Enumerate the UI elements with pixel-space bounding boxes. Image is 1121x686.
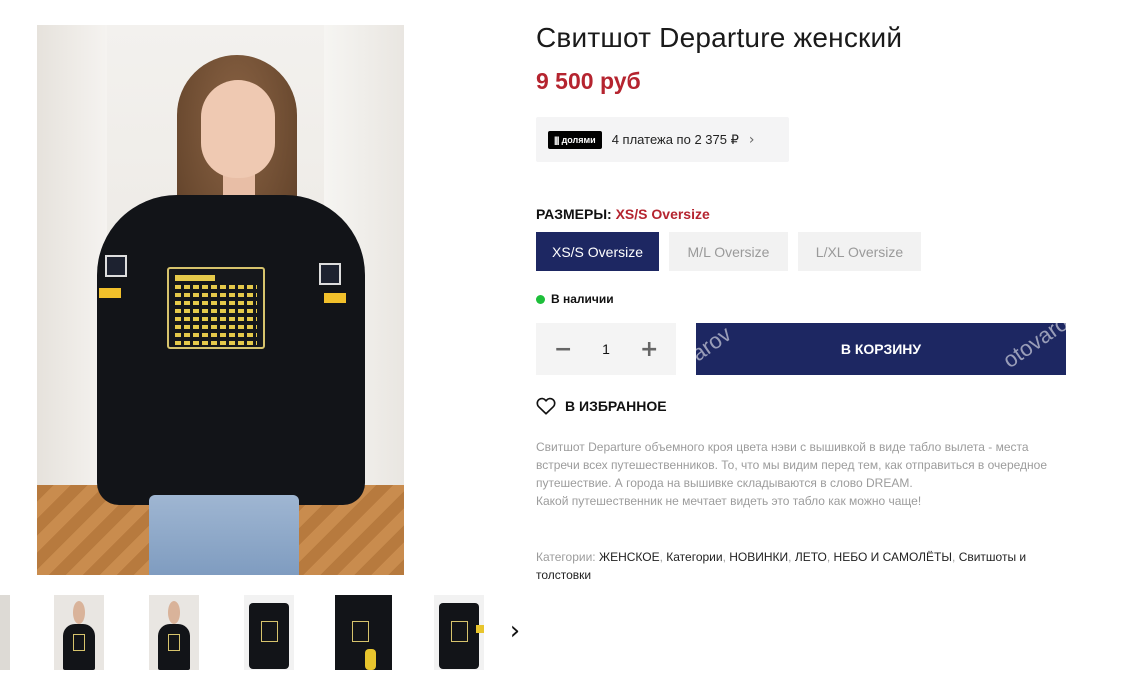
product-main-image[interactable]: [37, 25, 404, 575]
dolyami-logo: ||| долями: [548, 130, 602, 149]
add-to-favorites-button[interactable]: В ИЗБРАННОЕ: [536, 397, 667, 415]
watermark-text: otovaro: [997, 323, 1066, 373]
description-paragraph: Какой путешественник не мечтает видеть э…: [536, 494, 922, 508]
category-link[interactable]: ЛЕТО: [795, 550, 827, 564]
embroidery-board: [167, 267, 265, 349]
add-to-cart-label: В КОРЗИНУ: [840, 341, 922, 357]
chevron-right-icon: ›: [748, 131, 755, 148]
sleeve-patch: [319, 263, 341, 285]
sizes-label: РАЗМЕРЫ: XS/S Oversize: [536, 206, 710, 222]
add-to-favorites-label: В ИЗБРАННОЕ: [565, 398, 667, 414]
sweatshirt: [97, 195, 365, 505]
thumbnail[interactable]: [434, 595, 484, 670]
sizes-selected-value: XS/S Oversize: [615, 206, 710, 222]
stock-status: В наличии: [536, 292, 614, 306]
thumbnail-partial[interactable]: [0, 595, 10, 670]
sleeve-patch: [105, 255, 127, 277]
size-option-l-xl[interactable]: L/XL Oversize: [798, 232, 921, 271]
category-link[interactable]: ЖЕНСКОЕ: [599, 550, 660, 564]
thumbnail-gallery: ›: [0, 595, 530, 670]
installments-text: 4 платежа по 2 375 ₽: [611, 131, 739, 147]
chevron-right-icon[interactable]: ›: [503, 613, 527, 649]
category-link[interactable]: НОВИНКИ: [729, 550, 788, 564]
heart-icon: [536, 397, 556, 415]
thumbnail[interactable]: [244, 595, 294, 670]
description-paragraph: Свитшот Departure объемного кроя цвета н…: [536, 440, 1048, 490]
watermark-text: arov: [696, 323, 736, 367]
product-description: Свитшот Departure объемного кроя цвета н…: [536, 438, 1066, 510]
thumbnail[interactable]: [149, 595, 199, 670]
sleeve-tag: [99, 288, 121, 298]
size-option-m-l[interactable]: M/L Oversize: [669, 232, 788, 271]
model-jeans: [149, 495, 299, 575]
sizes-label-text: РАЗМЕРЫ:: [536, 206, 612, 222]
add-to-cart-button[interactable]: arov В КОРЗИНУ otovaro: [696, 323, 1066, 375]
category-link[interactable]: НЕБО И САМОЛЁТЫ: [834, 550, 952, 564]
dolyami-logo-text: долями: [561, 134, 596, 145]
product-title: Свитшот Departure женский: [536, 22, 903, 53]
product-price: 9 500 руб: [536, 68, 641, 94]
decrement-button[interactable]: −: [554, 337, 572, 362]
category-link[interactable]: Категории: [666, 550, 722, 564]
thumbnail[interactable]: [54, 595, 104, 670]
status-dot-icon: [536, 294, 545, 304]
product-categories: Категории: ЖЕНСКОЕ, Категории, НОВИНКИ, …: [536, 550, 1027, 582]
quantity-stepper: − 1 +: [536, 323, 676, 375]
sleeve-tag: [324, 293, 346, 303]
bars-icon: |||: [554, 134, 559, 145]
installments-widget[interactable]: ||| долями 4 платежа по 2 375 ₽ ›: [536, 117, 789, 162]
stock-status-text: В наличии: [551, 292, 614, 306]
model-face: [201, 80, 275, 178]
categories-label: Категории:: [536, 550, 596, 564]
size-option-xs-s[interactable]: XS/S Oversize: [536, 232, 659, 271]
quantity-value[interactable]: 1: [602, 341, 610, 357]
thumbnail[interactable]: [335, 595, 392, 670]
increment-button[interactable]: +: [640, 337, 658, 362]
